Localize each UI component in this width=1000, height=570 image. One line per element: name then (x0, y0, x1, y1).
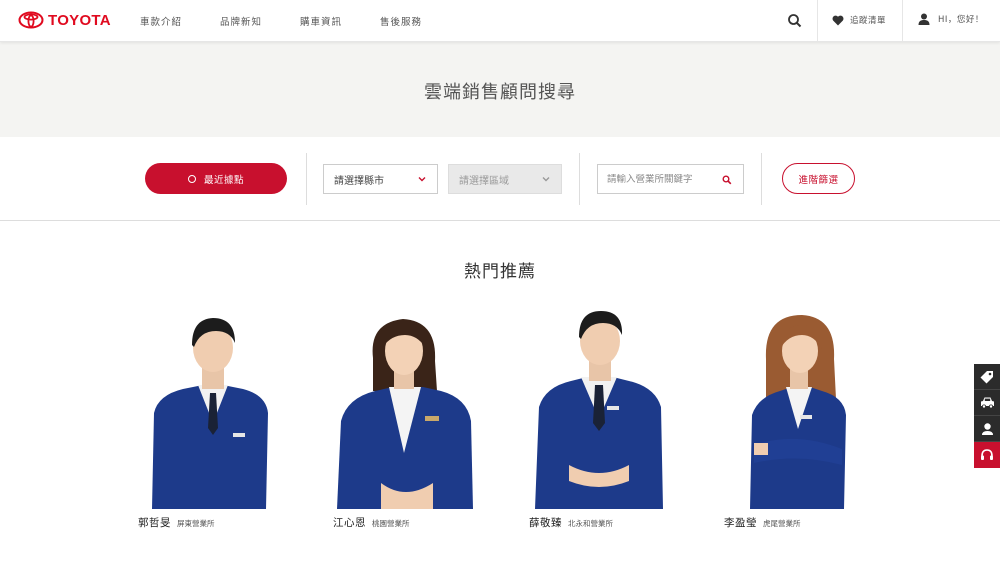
consultant-card[interactable]: 江心恩 桃園營業所 (333, 303, 483, 543)
consultant-branch: 屏東營業所 (177, 519, 215, 528)
city-select[interactable]: 請選擇縣市 (323, 164, 438, 194)
filter-divider (579, 153, 580, 205)
consultant-branch: 北永和營業所 (568, 519, 613, 528)
toyota-emblem-icon (18, 11, 44, 29)
nearest-location-button[interactable]: 最近據點 (145, 163, 287, 194)
location-dot-icon (187, 174, 196, 183)
car-icon (980, 397, 994, 409)
nearest-location-label: 最近據點 (203, 174, 244, 186)
heart-icon (832, 15, 844, 25)
nav-purchase-info[interactable]: 購車資訊 (300, 14, 342, 28)
user-greeting: HI，您好！ (938, 15, 984, 25)
headset-icon (981, 449, 993, 460)
consultant-name: 郭哲旻 (138, 517, 171, 529)
side-location-button[interactable] (974, 416, 1000, 442)
consultant-caption: 李盈瑩 虎尾營業所 (724, 515, 801, 530)
consultant-caption: 郭哲旻 屏東營業所 (138, 515, 215, 530)
hero-banner: 雲端銷售顧問搜尋 (0, 42, 1000, 137)
consultant-name: 江心恩 (333, 517, 366, 529)
consultant-photo (535, 311, 663, 509)
user-menu[interactable]: HI，您好！ (918, 13, 984, 25)
header-divider (817, 0, 818, 42)
consultant-photo (152, 318, 268, 509)
nav-models[interactable]: 車款介紹 (140, 14, 182, 28)
site-header: TOYOTA 車款介紹 品牌新知 購車資訊 售後服務 追蹤清單 HI，您好！ (0, 0, 1000, 42)
section-title: 熱門推薦 (464, 262, 536, 282)
consultant-photo (337, 319, 473, 509)
favorites-link[interactable]: 追蹤清單 (832, 14, 886, 26)
brand-wordmark: TOYOTA (48, 11, 111, 29)
search-icon[interactable] (722, 175, 732, 185)
main-nav: 車款介紹 品牌新知 購車資訊 售後服務 (140, 14, 460, 28)
branch-keyword-input[interactable] (607, 173, 719, 185)
filter-divider (306, 153, 307, 205)
location-pin-icon (981, 422, 993, 435)
consultant-card[interactable]: 郭哲旻 屏東營業所 (138, 303, 288, 543)
search-icon[interactable] (786, 12, 804, 30)
user-icon (918, 13, 930, 25)
consultant-name: 薛敬臻 (529, 517, 562, 529)
consultant-caption: 江心恩 桃園營業所 (333, 515, 410, 530)
consultant-branch: 桃園營業所 (372, 519, 410, 528)
consultant-card[interactable]: 李盈瑩 虎尾營業所 (724, 303, 874, 543)
filter-divider (761, 153, 762, 205)
chevron-down-icon (418, 177, 426, 182)
branch-keyword-search (597, 164, 744, 194)
side-contact-button[interactable] (974, 442, 1000, 468)
district-select-value: 請選擇區域 (459, 175, 509, 187)
nav-brand-news[interactable]: 品牌新知 (220, 14, 262, 28)
consultant-card[interactable]: 薛敬臻 北永和營業所 (529, 303, 679, 543)
consultant-name: 李盈瑩 (724, 517, 757, 529)
toyota-logo[interactable]: TOYOTA (18, 11, 111, 29)
consultant-photo (750, 315, 846, 509)
nav-after-sales[interactable]: 售後服務 (380, 14, 422, 28)
consultant-branch: 虎尾營業所 (763, 519, 801, 528)
side-car-button[interactable] (974, 390, 1000, 416)
favorites-label: 追蹤清單 (850, 16, 887, 26)
header-divider (902, 0, 903, 42)
side-toolbar (974, 364, 1000, 468)
side-tag-button[interactable] (974, 364, 1000, 390)
district-select[interactable]: 請選擇區域 (448, 164, 562, 194)
tag-icon (980, 370, 993, 383)
consultant-caption: 薛敬臻 北永和營業所 (529, 515, 613, 530)
chevron-down-icon (542, 177, 550, 182)
page-title: 雲端銷售顧問搜尋 (424, 82, 576, 103)
filter-bar: 最近據點 請選擇縣市 請選擇區域 進階篩選 (0, 137, 1000, 221)
city-select-value: 請選擇縣市 (334, 175, 384, 187)
advanced-filter-button[interactable]: 進階篩選 (782, 163, 855, 194)
